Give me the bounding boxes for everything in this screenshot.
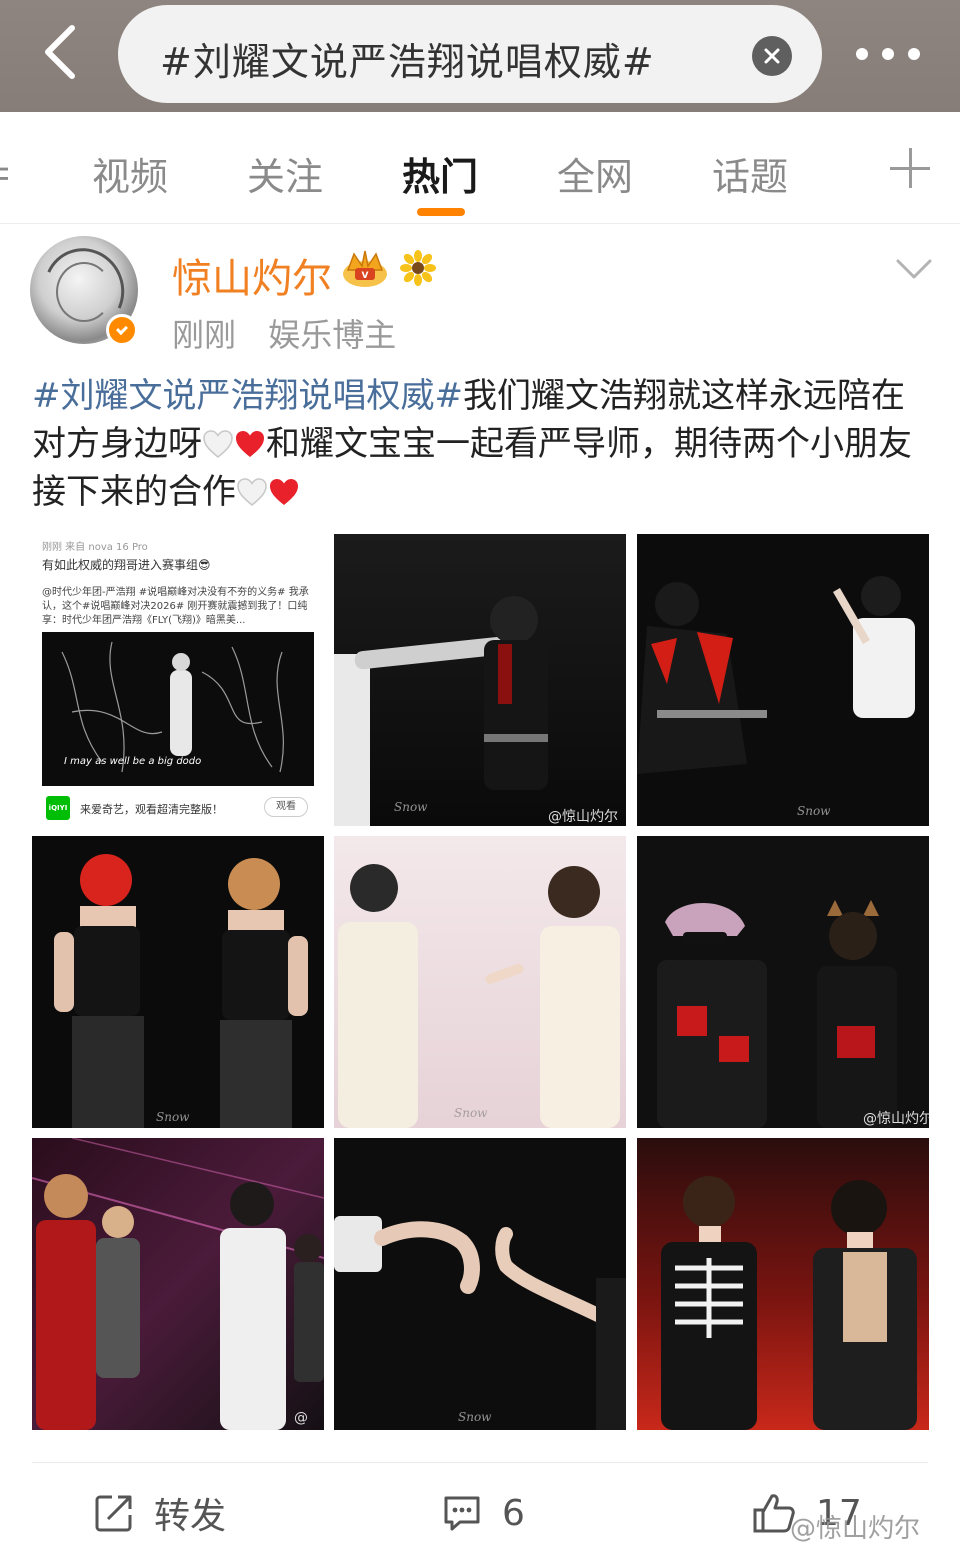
embedded-promo-text: 来爱奇艺，观看超清完整版！ (80, 803, 223, 816)
tab-topics[interactable]: 话题 (712, 146, 788, 201)
post-image-4[interactable]: Snow (32, 836, 324, 1128)
performer-photo (334, 596, 548, 826)
embedded-post-line: 有如此权威的翔哥进入赛事组😎 (42, 558, 211, 572)
search-input[interactable]: #刘耀文说严浩翔说唱权威# (118, 5, 822, 103)
author-role: 娱乐博主 (268, 316, 397, 354)
post-image-5[interactable]: Snow (334, 836, 626, 1128)
post-image-6[interactable]: @惊山灼尔 (637, 836, 929, 1128)
post-image-grid: 刚刚 来自 nova 16 Pro 有如此权威的翔哥进入赛事组😎 @时代少年团-… (32, 534, 929, 1430)
post-image-7[interactable]: @ (32, 1138, 324, 1430)
red-heart-icon (270, 479, 298, 505)
performer-photo (32, 1138, 324, 1430)
chevron-left-icon (45, 25, 75, 79)
tab-hot[interactable]: 热门 (402, 146, 478, 201)
photographer-signature: Snow (797, 804, 831, 818)
photographer-signature: Snow (156, 1110, 190, 1124)
back-button[interactable] (30, 22, 90, 82)
close-icon (764, 48, 780, 64)
post-text: #刘耀文说严浩翔说唱权威#我们耀文浩翔就这样永远陪在对方身边呀 和耀文宝宝一起看严… (32, 372, 928, 516)
white-heart-icon (237, 478, 267, 506)
tab-video[interactable]: 视频 (92, 146, 168, 201)
post-image-9[interactable] (637, 1138, 929, 1430)
top-search-bar: #刘耀文说严浩翔说唱权威# (0, 0, 960, 112)
tab-all-web[interactable]: 全网 (557, 146, 633, 201)
red-heart-icon (236, 431, 264, 457)
embedded-video: I may as well be a big dodo (42, 632, 314, 786)
comment-icon (444, 1496, 480, 1531)
search-query-text: #刘耀文说严浩翔说唱权威# (160, 40, 655, 84)
username[interactable]: 惊山灼尔 (172, 246, 332, 304)
chevron-down-icon[interactable] (896, 258, 932, 280)
embedded-post-body: @时代少年团-严浩翔 #说唱巅峰对决没有不夯的义务# 我承认，这个#说唱巅峰对决… (42, 587, 309, 626)
post-image-3[interactable]: Snow (637, 534, 929, 826)
image-watermark: @ (294, 1410, 308, 1426)
performer-photo (637, 576, 915, 774)
clear-search-button[interactable] (752, 36, 792, 76)
photographer-signature: Snow (454, 1106, 488, 1120)
post-image-1[interactable]: 刚刚 来自 nova 16 Pro 有如此权威的翔哥进入赛事组😎 @时代少年团-… (32, 534, 324, 826)
post-image-2[interactable]: @惊山灼尔 Snow (334, 534, 626, 826)
verified-badge-icon (106, 314, 138, 346)
image-watermark: @惊山灼尔 (548, 809, 618, 825)
post-time: 刚刚 (172, 316, 237, 354)
crown-badge-icon: V (343, 250, 387, 287)
svg-text:V: V (362, 271, 369, 281)
iqiyi-logo-icon: iQIYI (46, 796, 70, 820)
divider (32, 1462, 928, 1463)
more-options-button[interactable] (856, 44, 920, 64)
post-meta: 刚刚 娱乐博主 (172, 310, 396, 356)
performer-photo (657, 900, 897, 1128)
video-caption: I may as well be a big dodo (64, 756, 202, 767)
tab-following[interactable]: 关注 (247, 146, 323, 201)
more-dot-icon (856, 48, 868, 60)
repost-label: 转发 (154, 1496, 227, 1537)
comment-button[interactable]: 6 (442, 1488, 525, 1538)
performer-photo (54, 854, 308, 1128)
photographer-signature: Snow (394, 800, 428, 814)
hashtag-link[interactable]: #刘耀文说严浩翔说唱权威# (32, 376, 463, 416)
page-watermark: @惊山灼尔 (790, 1514, 921, 1544)
more-dot-icon (908, 48, 920, 60)
share-icon (95, 1495, 132, 1532)
image-watermark: @惊山灼尔 (863, 1111, 929, 1127)
tab-partial[interactable]: 片 (0, 146, 8, 201)
add-tab-button[interactable] (890, 148, 930, 188)
active-tab-indicator (417, 208, 465, 216)
embedded-watch-button[interactable]: 观看 (264, 797, 308, 817)
performer-photo (661, 1176, 917, 1430)
white-heart-icon (203, 430, 233, 458)
sunflower-icon (400, 250, 436, 286)
hands-photo (334, 1216, 626, 1430)
post-image-8[interactable]: Snow (334, 1138, 626, 1430)
more-dot-icon (882, 48, 894, 60)
photographer-signature: Snow (458, 1410, 492, 1424)
embedded-post-header: 刚刚 来自 nova 16 Pro (42, 542, 148, 553)
comment-count: 6 (502, 1492, 525, 1534)
repost-button[interactable]: 转发 (94, 1488, 226, 1538)
performer-photo (338, 864, 620, 1128)
